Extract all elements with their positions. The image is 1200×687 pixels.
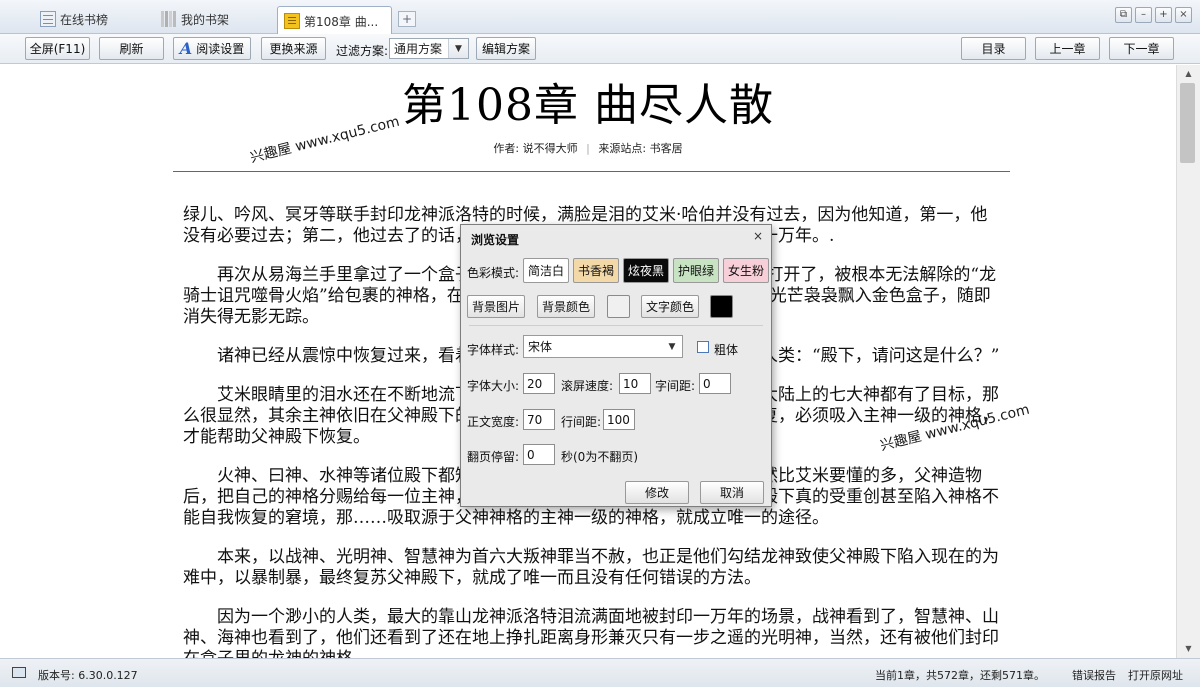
scroll-up-arrow-icon[interactable]: ▲ [1180, 67, 1197, 81]
mode-night-button[interactable]: 炫夜黑 [623, 258, 669, 283]
minimize-button[interactable]: – [1135, 7, 1152, 23]
next-chapter-button[interactable]: 下一章 [1109, 37, 1174, 60]
mode-eyecare-green-button[interactable]: 护眼绿 [673, 258, 719, 283]
restore-button[interactable]: ⧉ [1115, 7, 1132, 23]
meta-divider: | [586, 142, 590, 155]
tab-label: 第108章 曲... [304, 14, 379, 29]
window-controls: ⧉ – + × [1115, 7, 1192, 23]
scroll-speed-input[interactable]: 10 [619, 373, 651, 394]
author-label: 作者: [493, 142, 520, 155]
toolbar: 全屏(F11) 刷新 A 阅读设置 更换来源 过滤方案: 通用方案 ▼ 编辑方案… [0, 34, 1200, 64]
bg-color-button[interactable]: 背景颜色 [537, 295, 595, 318]
font-size-input[interactable]: 20 [523, 373, 555, 394]
page-stay-unit: 秒(0为不翻页) [561, 450, 638, 464]
font-a-icon: A [179, 39, 193, 58]
edit-filter-button[interactable]: 编辑方案 [476, 37, 536, 60]
tab-bar: 在线书榜 我的书架 第108章 曲... + ⧉ – + × [0, 0, 1200, 35]
text-color-preview[interactable] [710, 295, 733, 318]
color-mode-label: 色彩模式: [467, 266, 520, 280]
source-name: 书客居 [649, 142, 683, 155]
line-spacing-input[interactable]: 100 [603, 409, 635, 430]
status-bar: 版本号: 6.30.0.127 当前1章，共572章，还剩571章。 错误报告 … [0, 658, 1200, 687]
new-tab-button[interactable]: + [398, 11, 416, 27]
body-width-input[interactable]: 70 [523, 409, 555, 430]
tab-my-bookshelf[interactable]: 我的书架 [155, 7, 235, 31]
mode-pink-button[interactable]: 女生粉 [723, 258, 769, 283]
reading-settings-label: 阅读设置 [196, 42, 245, 56]
font-style-value: 宋体 [528, 340, 553, 354]
maximize-button[interactable]: + [1155, 7, 1172, 23]
bg-color-preview[interactable] [607, 295, 630, 318]
refresh-button[interactable]: 刷新 [99, 37, 164, 60]
cancel-button[interactable]: 取消 [700, 481, 764, 504]
version-text: 版本号: 6.30.0.127 [38, 669, 138, 682]
filter-label: 过滤方案: [336, 44, 389, 58]
vertical-scrollbar[interactable]: ▲ ▼ [1176, 65, 1200, 658]
chapter-title: 第108章 曲尽人散 [402, 80, 774, 131]
close-icon[interactable]: × [753, 229, 763, 243]
bg-image-button[interactable]: 背景图片 [467, 295, 525, 318]
tab-label: 我的书架 [181, 12, 230, 27]
monitor-icon [12, 667, 26, 678]
book-icon [284, 13, 300, 29]
fullscreen-button[interactable]: 全屏(F11) [25, 37, 90, 60]
reading-settings-button[interactable]: A 阅读设置 [173, 37, 251, 60]
tab-online-rankings[interactable]: 在线书榜 [34, 7, 114, 31]
dialog-title: 浏览设置 [471, 233, 520, 247]
text-color-button[interactable]: 文字颜色 [641, 295, 699, 318]
open-original-url-link[interactable]: 打开原网址 [1128, 667, 1183, 683]
font-size-label: 字体大小: [467, 379, 520, 393]
page-stay-label: 翻页停留: [467, 450, 520, 464]
browse-settings-dialog: 浏览设置 × 色彩模式: 简洁白 书香褐 炫夜黑 护眼绿 女生粉 背景图片 背景… [460, 224, 772, 507]
bookshelf-icon [161, 11, 177, 27]
prev-chapter-button[interactable]: 上一章 [1035, 37, 1100, 60]
author-name: 说不得大师 [522, 142, 578, 155]
chapter-progress-text: 当前1章，共572章，还剩571章。 [875, 669, 1045, 682]
body-width-label: 正文宽度: [467, 415, 520, 429]
paragraph: 因为一个渺小的人类，最大的靠山龙神派洛特泪流满面地被封印一万年的场景，战神看到了… [183, 607, 999, 658]
bold-checkbox[interactable] [697, 341, 709, 353]
tab-current-chapter[interactable]: 第108章 曲... [277, 6, 392, 35]
change-source-button[interactable]: 更换来源 [261, 37, 326, 60]
tab-label: 在线书榜 [60, 12, 109, 27]
title-divider [173, 171, 1010, 172]
char-spacing-input[interactable]: 0 [699, 373, 731, 394]
mode-sepia-button[interactable]: 书香褐 [573, 258, 619, 283]
mode-white-button[interactable]: 简洁白 [523, 258, 569, 283]
dialog-divider [469, 325, 763, 326]
scrollbar-thumb[interactable] [1180, 83, 1195, 163]
error-report-link[interactable]: 错误报告 [1072, 667, 1116, 683]
page-stay-input[interactable]: 0 [523, 444, 555, 465]
paragraph: 本来，以战神、光明神、智慧神为首六大叛神罪当不赦，也正是他们勾结龙神致使父神殿下… [183, 547, 999, 588]
scroll-down-arrow-icon[interactable]: ▼ [1180, 642, 1197, 656]
filter-value: 通用方案 [394, 42, 443, 56]
chevron-down-icon: ▼ [448, 39, 468, 58]
chevron-down-icon: ▼ [668, 341, 676, 352]
source-label: 来源站点: [598, 142, 647, 155]
line-spacing-label: 行间距: [561, 415, 602, 429]
close-window-button[interactable]: × [1175, 7, 1192, 23]
filter-select[interactable]: 通用方案 ▼ [389, 38, 469, 59]
list-icon [40, 11, 56, 27]
confirm-modify-button[interactable]: 修改 [625, 481, 689, 504]
char-spacing-label: 字间距: [655, 379, 696, 393]
font-style-select[interactable]: 宋体 ▼ [523, 335, 683, 358]
font-style-label: 字体样式: [467, 343, 520, 357]
scroll-speed-label: 滚屏速度: [561, 379, 614, 393]
chapter-meta: 作者: 说不得大师 | 来源站点: 书客居 [0, 140, 1176, 156]
toc-button[interactable]: 目录 [961, 37, 1026, 60]
bold-label: 粗体 [714, 343, 739, 357]
